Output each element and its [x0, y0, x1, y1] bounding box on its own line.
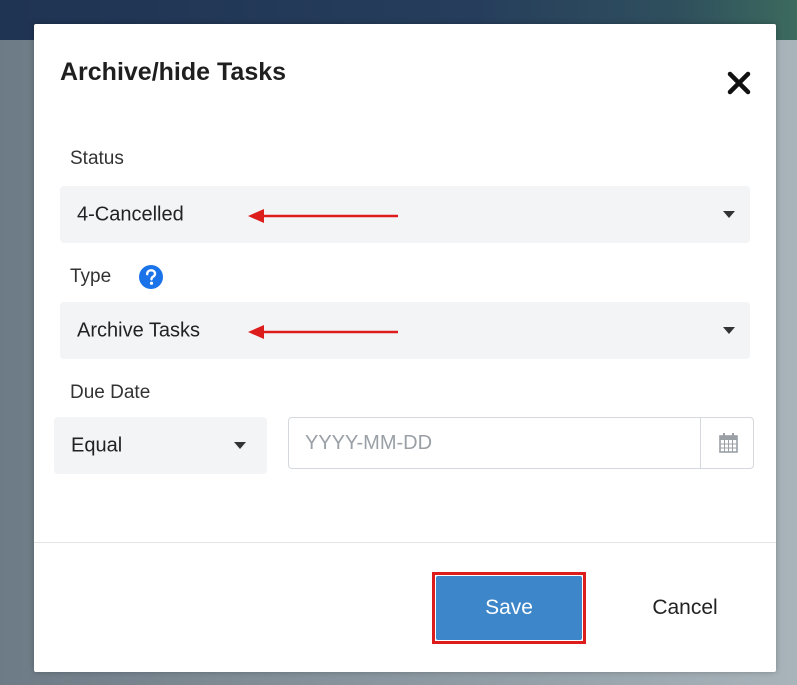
dialog-title: Archive/hide Tasks — [60, 58, 287, 86]
calendar-button[interactable] — [700, 417, 754, 469]
annotation-arrow-icon — [248, 209, 398, 223]
due-date-label: Due Date — [70, 382, 151, 403]
due-date-input[interactable] — [288, 417, 700, 469]
cancel-button[interactable]: Cancel — [630, 590, 740, 626]
type-label: Type — [70, 266, 112, 287]
footer-divider — [34, 542, 776, 543]
archive-dialog: Archive/hide Tasks Status 4-Cancelled Ty… — [34, 24, 776, 672]
annotation-arrow-icon — [248, 325, 398, 339]
type-select-value: Archive Tasks — [77, 319, 201, 341]
due-date-operator-value: Equal — [71, 434, 123, 456]
due-date-operator-select[interactable]: Equal — [54, 417, 267, 474]
chevron-down-icon — [723, 211, 735, 218]
save-button[interactable]: Save — [436, 576, 582, 640]
type-select[interactable]: Archive Tasks — [60, 302, 750, 359]
status-select[interactable]: 4-Cancelled — [60, 186, 750, 243]
calendar-icon — [719, 433, 738, 453]
help-icon[interactable] — [138, 264, 164, 290]
status-select-value: 4-Cancelled — [77, 203, 184, 225]
status-label: Status — [70, 148, 124, 169]
chevron-down-icon — [723, 327, 735, 334]
chevron-down-icon — [234, 442, 246, 449]
close-icon[interactable] — [722, 66, 756, 100]
